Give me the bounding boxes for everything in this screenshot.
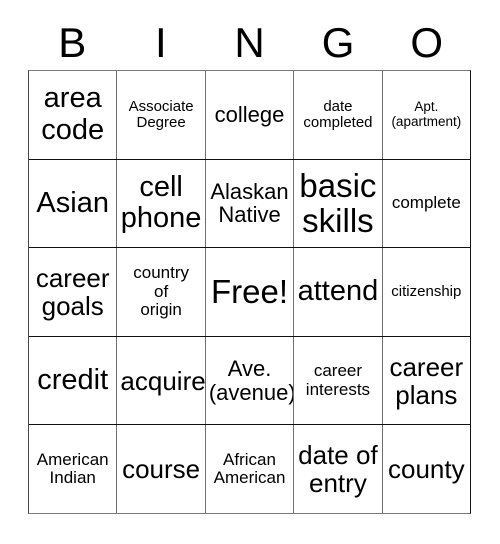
bingo-header-letter-o: O — [410, 19, 443, 66]
bingo-cell-label: country of origin — [133, 263, 189, 320]
bingo-cell[interactable]: college — [204, 71, 294, 159]
bingo-cell[interactable]: career plans — [381, 336, 471, 425]
bingo-cell[interactable]: county — [381, 425, 471, 513]
bingo-cell-label: career interests — [305, 361, 371, 399]
bingo-card: B I N G O area code Associate Degree college da… — [0, 0, 500, 544]
bingo-cell[interactable]: American Indian — [29, 425, 117, 513]
bingo-cell[interactable]: Associate Degree — [116, 71, 205, 159]
bingo-cell[interactable]: attend — [293, 248, 382, 336]
bingo-cell[interactable]: Asian — [29, 159, 117, 248]
bingo-header-letter-i: I — [155, 19, 167, 66]
bingo-cell-label: area code — [41, 82, 105, 146]
bingo-free-space[interactable]: Free! — [204, 248, 294, 336]
bingo-cell-label: Asian — [36, 186, 109, 219]
bingo-cell[interactable]: area code — [29, 71, 117, 159]
bingo-header-letter-n: N — [234, 19, 265, 66]
bingo-cell-label: Free! — [211, 273, 289, 311]
bingo-cell-label: career goals — [35, 262, 110, 321]
bingo-cell-label: county — [388, 454, 465, 485]
bingo-row: Asian cell phone Alaskan Native basic skill… — [29, 158, 471, 248]
bingo-grid: area code Associate Degree college date com… — [28, 70, 471, 514]
bingo-cell[interactable]: complete — [381, 159, 471, 248]
bingo-cell[interactable]: African American — [204, 425, 294, 513]
bingo-cell[interactable]: career goals — [29, 248, 117, 336]
bingo-cell-label: Ave. (avenue) — [208, 355, 294, 405]
bingo-cell-label: career plans — [389, 351, 464, 410]
bingo-cell[interactable]: Ave. (avenue) — [204, 336, 294, 425]
bingo-cell[interactable]: cell phone — [116, 159, 205, 248]
bingo-row: area code Associate Degree college date com… — [29, 71, 471, 159]
bingo-cell-label: date of entry — [298, 440, 378, 499]
bingo-cell[interactable]: acquire — [116, 336, 205, 425]
bingo-cell[interactable]: course — [116, 425, 205, 513]
bingo-cell[interactable]: country of origin — [116, 248, 205, 336]
bingo-cell-label: basic skills — [299, 166, 377, 240]
bingo-cell[interactable]: date of entry — [293, 425, 382, 513]
bingo-cell-label: Associate Degree — [128, 97, 194, 131]
bingo-cell-label: credit — [37, 363, 109, 396]
bingo-cell-label: African American — [213, 449, 286, 488]
bingo-cell-label: date completed — [303, 97, 373, 131]
bingo-cell-label: Alaskan Native — [210, 178, 289, 228]
bingo-cell-label: acquire — [120, 365, 205, 396]
bingo-cell-label: American Indian — [36, 449, 109, 488]
bingo-header-letter-b: B — [58, 19, 87, 66]
bingo-row: American Indian course African American dat… — [29, 424, 471, 513]
bingo-cell[interactable]: Alaskan Native — [204, 159, 294, 248]
bingo-cell[interactable]: Apt. (apartment) — [381, 71, 471, 159]
bingo-cell[interactable]: citizenship — [381, 248, 471, 336]
bingo-cell[interactable]: basic skills — [293, 159, 382, 248]
bingo-cell-label: cell phone — [120, 171, 202, 235]
bingo-cell-label: course — [122, 454, 201, 485]
bingo-header-letter-g: G — [321, 19, 355, 66]
bingo-row: career goals country of origin Free! attend… — [29, 247, 471, 336]
bingo-cell-label: attend — [297, 275, 379, 308]
bingo-cell[interactable]: date completed — [293, 71, 382, 159]
bingo-header: BINGO — [28, 16, 471, 70]
bingo-cell[interactable]: credit — [29, 336, 117, 425]
bingo-cell-label: complete — [391, 193, 461, 213]
bingo-cell-label: citizenship — [391, 282, 462, 300]
bingo-row: credit acquire Ave. (avenue) career interes… — [29, 335, 471, 425]
bingo-cell[interactable]: career interests — [293, 336, 382, 425]
bingo-cell-label: Apt. (apartment) — [391, 99, 462, 129]
bingo-cell-label: college — [214, 101, 285, 127]
